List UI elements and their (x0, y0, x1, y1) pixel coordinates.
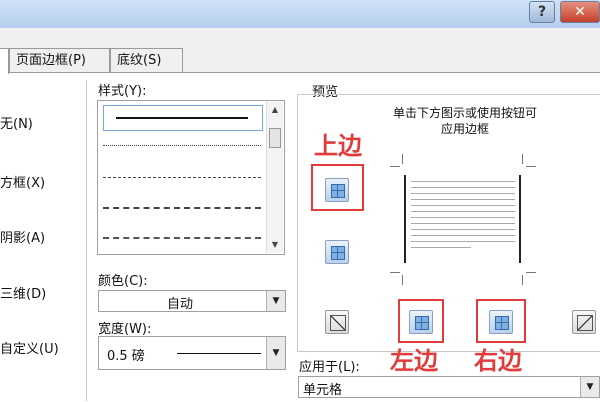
apply-to-value: 单元格 (303, 383, 343, 398)
close-button[interactable]: ✕ (560, 1, 600, 23)
apply-to-select[interactable]: 单元格 ▼ (298, 376, 600, 398)
style-option-solid[interactable] (103, 105, 263, 131)
style-list-scrollbar[interactable]: ▲ ▼ (266, 102, 283, 253)
tab-shading[interactable]: 底纹(S) (110, 48, 183, 72)
border-bottom-icon (331, 246, 345, 260)
style-option-dotted[interactable] (103, 145, 261, 152)
preview-hint-line2: 应用边框 (440, 122, 489, 136)
title-bar: ? ✕ (0, 0, 600, 28)
corner-mark (522, 154, 523, 164)
setting-custom[interactable]: 自定义(U) (0, 338, 59, 357)
annotation-left: 左边 (390, 346, 438, 375)
highlight-top-border (311, 164, 364, 211)
width-select[interactable]: 0.5 磅 ▼ (98, 336, 286, 370)
style-option-dash-large[interactable] (103, 207, 261, 215)
annotation-right: 右边 (474, 346, 522, 375)
width-label: 宽度(W): (98, 322, 152, 337)
setting-box[interactable]: 方框(X) (0, 172, 45, 191)
apply-to-label: 应用于(L): (299, 360, 360, 375)
border-preview[interactable] (404, 175, 521, 263)
help-button[interactable]: ? (529, 1, 555, 23)
diagonal-down-border-button[interactable] (325, 310, 349, 334)
setting-3d[interactable]: 三维(D) (0, 283, 46, 302)
tab-page-border[interactable]: 页面边框(P) (9, 48, 110, 72)
color-select[interactable]: 自动 ▼ (98, 290, 286, 312)
chevron-down-icon[interactable]: ▼ (266, 337, 285, 369)
scroll-down-icon[interactable]: ▼ (267, 237, 283, 253)
style-option-dash-dot[interactable] (103, 237, 261, 245)
preview-hint-line1: 单击下方图示或使用按钮可 (392, 106, 537, 120)
setting-none[interactable]: 无(N) (0, 113, 33, 132)
style-option-dash-small[interactable] (103, 177, 261, 184)
corner-mark (526, 166, 536, 167)
setting-shadow[interactable]: 阴影(A) (0, 227, 45, 246)
annotation-top: 上边 (314, 131, 362, 160)
width-value: 0.5 磅 (107, 349, 145, 364)
diagonal-up-border-button[interactable] (572, 310, 596, 334)
color-label: 颜色(C): (98, 274, 148, 289)
corner-mark (390, 166, 400, 167)
style-label: 样式(Y): (98, 84, 147, 99)
corner-mark (390, 272, 400, 273)
scroll-up-icon[interactable]: ▲ (267, 102, 283, 118)
corner-mark (526, 272, 536, 273)
chevron-down-icon[interactable]: ▼ (580, 377, 599, 397)
highlight-right-border (476, 299, 526, 343)
diagonal-up-icon (577, 315, 593, 331)
corner-mark (402, 275, 403, 285)
bottom-border-button[interactable] (325, 240, 349, 264)
highlight-left-border (398, 299, 444, 343)
corner-mark (522, 275, 523, 285)
column-divider (86, 80, 87, 401)
diagonal-down-icon (330, 315, 346, 331)
width-line-sample (177, 353, 261, 354)
corner-mark (402, 154, 403, 164)
style-list[interactable]: ▲ ▼ (97, 100, 285, 255)
chevron-down-icon[interactable]: ▼ (266, 291, 285, 311)
tab-borders[interactable] (0, 48, 9, 74)
color-value: 自动 (167, 297, 194, 312)
scroll-thumb[interactable] (269, 128, 281, 148)
